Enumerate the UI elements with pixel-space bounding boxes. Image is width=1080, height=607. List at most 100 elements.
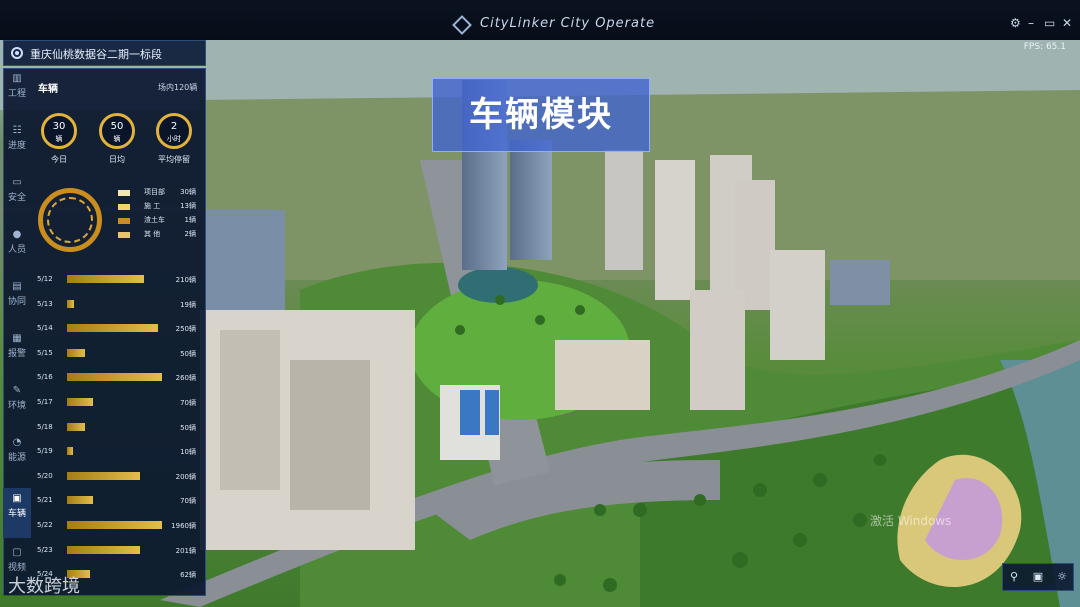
sun-icon[interactable]: ☼ bbox=[1055, 570, 1069, 584]
vehicle-icon: ▣ bbox=[12, 493, 22, 504]
energy-icon: ◔ bbox=[12, 437, 22, 448]
bar-value: 210辆 bbox=[175, 276, 196, 284]
bar-value: 201辆 bbox=[175, 546, 196, 555]
stat-unit: 辆 bbox=[113, 135, 121, 143]
minimize-button[interactable]: – bbox=[1028, 16, 1034, 30]
legend-value: 1辆 bbox=[184, 216, 196, 224]
legend-row: 施 工 13辆 bbox=[118, 201, 200, 213]
vehicle-subtitle: 场内120辆 bbox=[158, 83, 198, 92]
legend-swatch bbox=[118, 218, 130, 224]
side-nav: ▥ 工程 ☷ 进度 ▭ 安全 ● 人员 ▤ 协同 ▦ 报警 ✎ 环境 ◔ 能源 ▣ 车辆 ▢ 视频 bbox=[3, 68, 31, 596]
module-banner: 车辆模块 bbox=[432, 78, 650, 152]
stat-label: 今日 bbox=[51, 155, 67, 164]
close-button[interactable]: ✕ bbox=[1062, 16, 1072, 30]
module-banner-text: 车辆模块 bbox=[469, 95, 613, 135]
bar-fill bbox=[67, 348, 85, 357]
legend-swatch bbox=[118, 190, 130, 196]
bar-date: 5/13 bbox=[37, 299, 53, 308]
bar-fill bbox=[67, 324, 158, 333]
daily-bar-row: 5/22 1960辆 bbox=[37, 518, 200, 534]
bar-fill bbox=[67, 496, 93, 505]
vehicle-title: 车辆 bbox=[38, 84, 58, 95]
daily-bar-row: 5/23 201辆 bbox=[37, 543, 200, 559]
bar-date: 5/18 bbox=[37, 422, 53, 431]
nav-item-collab[interactable]: ▤ 协同 bbox=[3, 276, 31, 326]
legend-value: 2辆 bbox=[184, 230, 196, 238]
bar-date: 5/20 bbox=[37, 471, 53, 480]
windows-activation-watermark: 激活 Windows bbox=[870, 514, 952, 528]
nav-item-label: 环境 bbox=[7, 401, 26, 411]
legend-label: 施 工 bbox=[144, 202, 161, 210]
camera-icon[interactable]: ▣ bbox=[1031, 570, 1045, 584]
stat-value: 50 bbox=[110, 121, 124, 132]
bar-date: 5/12 bbox=[37, 275, 53, 283]
window-title: CityLinker City Operate bbox=[480, 16, 656, 31]
nav-item-safety[interactable]: ▭ 安全 bbox=[3, 172, 31, 222]
nav-item-label: 报警 bbox=[7, 349, 26, 359]
person-icon: ● bbox=[12, 229, 22, 240]
bar-value: 50辆 bbox=[180, 423, 196, 432]
bar-value: 260辆 bbox=[175, 374, 196, 383]
nav-item-label: 安全 bbox=[7, 193, 26, 203]
legend-swatch bbox=[118, 204, 130, 210]
location-pin-icon[interactable]: ⚲ bbox=[1007, 570, 1021, 584]
title-bar: CityLinker City Operate ⚙ – ▭ ✕ bbox=[0, 0, 1080, 41]
nav-item-energy[interactable]: ◔ 能源 bbox=[3, 432, 31, 482]
stat-value: 2 bbox=[170, 121, 178, 132]
video-icon: ▢ bbox=[12, 547, 22, 558]
bar-date: 5/15 bbox=[37, 348, 53, 357]
nav-item-personnel[interactable]: ● 人员 bbox=[3, 224, 31, 274]
fps-counter: FPS: 65.1 bbox=[1023, 42, 1066, 52]
bar-date: 5/14 bbox=[37, 324, 53, 333]
bar-fill bbox=[67, 299, 74, 308]
bar-fill bbox=[67, 521, 162, 529]
bar-fill bbox=[67, 275, 144, 283]
bar-date: 5/17 bbox=[37, 398, 53, 406]
nav-item-progress[interactable]: ☷ 进度 bbox=[3, 120, 31, 170]
leaf-icon: ✎ bbox=[12, 385, 22, 396]
nav-item-vehicle[interactable]: ▣ 车辆 bbox=[3, 488, 31, 538]
document-icon: ▤ bbox=[12, 281, 22, 292]
legend-label: 渣土车 bbox=[144, 216, 165, 224]
bar-value: 70辆 bbox=[180, 497, 196, 506]
legend-row: 项目部 30辆 bbox=[118, 187, 200, 199]
stat-circle-daily-avg: 50 辆 bbox=[99, 113, 135, 149]
nav-item-alarm[interactable]: ▦ 报警 bbox=[3, 328, 31, 378]
legend-value: 13辆 bbox=[180, 202, 196, 210]
settings-icon[interactable]: ⚙ bbox=[1010, 16, 1021, 30]
daily-bar-row: 5/12 210辆 bbox=[37, 272, 200, 288]
bar-value: 19辆 bbox=[180, 300, 196, 309]
brand-watermark: 大数跨境 bbox=[8, 576, 80, 597]
daily-bar-row: 5/21 70辆 bbox=[37, 493, 200, 509]
nav-item-label: 进度 bbox=[7, 141, 26, 151]
project-selector[interactable]: 重庆仙桃数据谷二期一标段 bbox=[3, 40, 206, 66]
bar-date: 5/21 bbox=[37, 496, 53, 505]
legend-label: 项目部 bbox=[144, 188, 165, 196]
stat-label: 日均 bbox=[109, 155, 125, 164]
bar-value: 1960辆 bbox=[171, 522, 196, 530]
bar-value: 250辆 bbox=[175, 325, 196, 334]
daily-bar-row: 5/13 19辆 bbox=[37, 297, 200, 313]
bar-date: 5/22 bbox=[37, 521, 53, 529]
bar-fill bbox=[67, 471, 140, 480]
progress-icon: ☷ bbox=[12, 125, 22, 136]
nav-item-engineering[interactable]: ▥ 工程 bbox=[3, 68, 31, 118]
project-name: 重庆仙桃数据谷二期一标段 bbox=[30, 48, 162, 61]
legend-row: 渣土车 1辆 bbox=[118, 215, 200, 227]
building-icon: ▥ bbox=[12, 73, 22, 84]
daily-bar-row: 5/18 50辆 bbox=[37, 420, 200, 436]
target-icon bbox=[11, 47, 23, 59]
maximize-button[interactable]: ▭ bbox=[1044, 16, 1055, 30]
stat-unit: 小时 bbox=[167, 135, 181, 143]
bar-value: 62辆 bbox=[180, 571, 196, 580]
legend-swatch bbox=[118, 232, 130, 238]
nav-item-label: 人员 bbox=[7, 245, 26, 255]
nav-item-environment[interactable]: ✎ 环境 bbox=[3, 380, 31, 430]
daily-bar-row: 5/14 250辆 bbox=[37, 321, 200, 337]
legend-value: 30辆 bbox=[180, 188, 196, 196]
shield-icon: ▭ bbox=[12, 177, 22, 188]
daily-bar-row: 5/17 70辆 bbox=[37, 395, 200, 411]
bar-fill bbox=[67, 422, 85, 431]
stat-unit: 辆 bbox=[55, 135, 63, 143]
stat-circle-avg-stay: 2 小时 bbox=[156, 113, 192, 149]
